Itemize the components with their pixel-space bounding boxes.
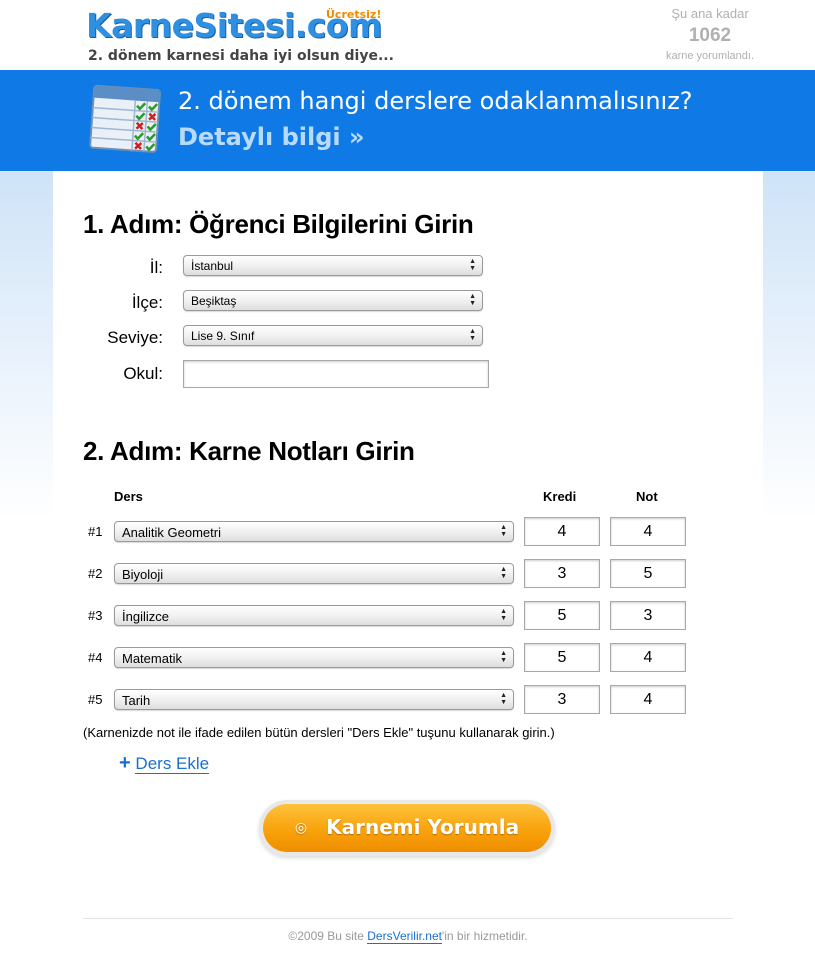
- course-hint-text: (Karnenizde not ile ifade edilen bütün d…: [83, 725, 555, 740]
- select-arrows-icon: ▲ ▼: [500, 608, 507, 622]
- course-row: #4 Matematik ▲ ▼ 5 4: [83, 643, 703, 673]
- row-number: #3: [88, 608, 103, 623]
- step1-heading: 1. Adım: Öğrenci Bilgilerini Girin: [83, 209, 474, 239]
- kredi-input[interactable]: 5: [524, 601, 600, 630]
- course-select[interactable]: Tarih ▲ ▼: [114, 689, 514, 710]
- details-link[interactable]: Detaylı bilgi »: [178, 123, 364, 151]
- row-number: #5: [88, 692, 103, 707]
- row-number: #1: [88, 524, 103, 539]
- add-course-button[interactable]: + Ders Ekle: [119, 752, 210, 775]
- add-course-label: Ders Ekle: [135, 754, 210, 774]
- not-input[interactable]: 3: [610, 601, 686, 630]
- course-row: #2 Biyoloji ▲ ▼ 3 5: [83, 559, 703, 589]
- seviye-select[interactable]: Lise 9. Sınıf ▲ ▼: [183, 325, 483, 346]
- kredi-input[interactable]: 3: [524, 685, 600, 714]
- column-header-kredi: Kredi: [543, 489, 577, 504]
- select-arrows-icon: ▲ ▼: [500, 524, 507, 538]
- course-select[interactable]: Matematik ▲ ▼: [114, 647, 514, 668]
- course-row: #5 Tarih ▲ ▼ 3 4: [83, 685, 703, 715]
- footer-prefix: ©2009 Bu site: [288, 929, 368, 943]
- step2-heading: 2. Adım: Karne Notları Girin: [83, 436, 415, 466]
- checklist-table-icon: [89, 84, 161, 153]
- site-header: KarneSitesi.com Ücretsiz! 2. dönem karne…: [0, 0, 815, 70]
- course-row: #3 İngilizce ▲ ▼ 5 3: [83, 601, 703, 631]
- not-input[interactable]: 4: [610, 643, 686, 672]
- course-select[interactable]: Biyoloji ▲ ▼: [114, 563, 514, 584]
- seviye-label: Seviye:: [107, 328, 163, 347]
- submit-button[interactable]: ◎ Karnemi Yorumla: [263, 804, 551, 852]
- select-arrows-icon: ▲ ▼: [469, 328, 476, 342]
- counter-number: 1062: [688, 25, 732, 46]
- select-arrows-icon: ▲ ▼: [500, 566, 507, 580]
- course-select-value: Analitik Geometri: [122, 525, 221, 540]
- select-arrows-icon: ▲ ▼: [500, 692, 507, 706]
- course-select[interactable]: Analitik Geometri ▲ ▼: [114, 521, 514, 542]
- footer-link[interactable]: DersVerilir.net: [367, 929, 442, 944]
- not-input[interactable]: 5: [610, 559, 686, 588]
- course-select-value: Biyoloji: [122, 567, 164, 582]
- target-icon: ◎: [294, 820, 308, 836]
- ilce-select-value: Beşiktaş: [191, 294, 237, 308]
- not-input[interactable]: 4: [610, 685, 686, 714]
- plus-icon: +: [119, 752, 131, 774]
- ilce-label: İlçe:: [131, 293, 163, 312]
- report-counter: Şu ana kadar 1062 karne yorumlandı.: [610, 6, 810, 62]
- footer-suffix: 'in bir hizmetidir.: [441, 929, 528, 943]
- counter-suffix: karne yorumlandı.: [665, 50, 755, 62]
- course-row: #1 Analitik Geometri ▲ ▼ 4 4: [83, 517, 703, 547]
- main-panel: 1. Adım: Öğrenci Bilgilerini Girin İl: İ…: [53, 171, 763, 963]
- counter-prefix: Şu ana kadar: [671, 6, 749, 21]
- promo-banner: 2. dönem hangi derslere odaklanmalısınız…: [0, 70, 815, 171]
- kredi-input[interactable]: 5: [524, 643, 600, 672]
- ilce-select[interactable]: Beşiktaş ▲ ▼: [183, 290, 483, 311]
- course-select-value: İngilizce: [122, 609, 169, 624]
- footer: ©2009 Bu site DersVerilir.net'in bir hiz…: [53, 929, 763, 944]
- select-arrows-icon: ▲ ▼: [469, 293, 476, 307]
- column-header-not: Not: [636, 489, 658, 504]
- okul-label: Okul:: [123, 364, 163, 383]
- submit-label: Karnemi Yorumla: [326, 815, 520, 839]
- seviye-select-value: Lise 9. Sınıf: [191, 329, 255, 343]
- row-number: #2: [88, 566, 103, 581]
- kredi-input[interactable]: 3: [524, 559, 600, 588]
- footer-divider: [83, 918, 733, 919]
- column-header-ders: Ders: [114, 489, 143, 504]
- banner-title: 2. dönem hangi derslere odaklanmalısınız…: [178, 87, 693, 115]
- course-select-value: Matematik: [122, 651, 182, 666]
- site-tagline: 2. dönem karnesi daha iyi olsun diye...: [88, 48, 394, 64]
- course-select[interactable]: İngilizce ▲ ▼: [114, 605, 514, 626]
- course-select-value: Tarih: [122, 693, 151, 708]
- select-arrows-icon: ▲ ▼: [469, 258, 476, 272]
- not-input[interactable]: 4: [610, 517, 686, 546]
- okul-input[interactable]: [183, 360, 489, 388]
- il-select-value: İstanbul: [191, 259, 234, 273]
- free-badge: Ücretsiz!: [326, 8, 382, 21]
- kredi-input[interactable]: 4: [524, 517, 600, 546]
- select-arrows-icon: ▲ ▼: [500, 650, 507, 664]
- row-number: #4: [88, 650, 103, 665]
- il-select[interactable]: İstanbul ▲ ▼: [183, 255, 483, 276]
- il-label: İl:: [149, 258, 163, 277]
